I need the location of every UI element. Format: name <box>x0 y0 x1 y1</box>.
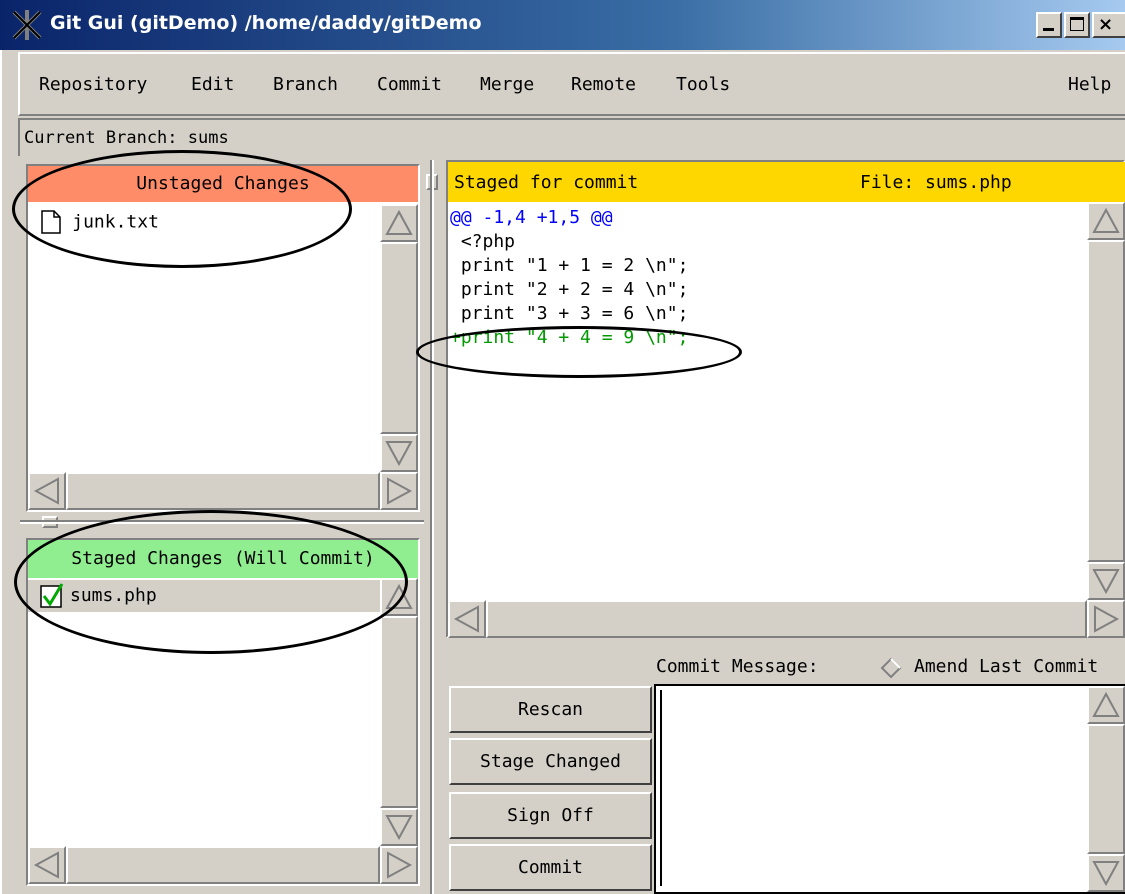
scroll-thumb[interactable] <box>1087 724 1125 854</box>
diff-hscrollbar[interactable] <box>448 600 1125 638</box>
scroll-down-button[interactable] <box>1087 854 1125 892</box>
up-arrow-icon <box>385 209 413 235</box>
scroll-left-button[interactable] <box>28 472 66 510</box>
menu-branch[interactable]: Branch <box>273 74 338 95</box>
menu-edit[interactable]: Edit <box>191 74 234 95</box>
unstaged-file-row[interactable]: junk.txt <box>40 210 159 240</box>
staged-hscrollbar[interactable] <box>28 846 418 884</box>
window-title: Git Gui (gitDemo) /home/daddy/gitDemo <box>50 12 482 34</box>
menu-remote[interactable]: Remote <box>571 74 636 95</box>
minimize-icon <box>1043 28 1054 31</box>
rescan-button[interactable]: Rescan <box>449 686 652 733</box>
up-arrow-icon <box>1092 691 1120 717</box>
diff-file-label: File: sums.php <box>860 172 1012 193</box>
diff-context-line: print "1 + 1 = 2 \n"; <box>450 255 689 276</box>
scroll-down-button[interactable] <box>1087 562 1125 600</box>
current-branch-label: Current Branch: sums <box>24 128 229 148</box>
unstaged-panel: Unstaged Changes junk.txt <box>26 164 420 512</box>
title-bar: Git Gui (gitDemo) /home/daddy/gitDemo × <box>0 0 1125 50</box>
pane-divider <box>430 160 434 894</box>
unstaged-file-name: junk.txt <box>72 211 159 233</box>
diff-context-line: print "3 + 3 = 6 \n"; <box>450 303 689 324</box>
menu-help[interactable]: Help <box>1068 74 1111 95</box>
staged-header: Staged Changes (Will Commit) <box>28 540 418 578</box>
amend-radio-icon[interactable] <box>880 657 902 679</box>
diff-context-line: <?php <box>450 231 516 252</box>
commit-message-box <box>654 684 1125 894</box>
scroll-thumb[interactable] <box>66 846 380 884</box>
up-arrow-icon <box>1092 207 1120 233</box>
left-arrow-icon <box>453 605 479 633</box>
scroll-thumb[interactable] <box>1087 240 1125 562</box>
right-arrow-icon <box>387 477 413 505</box>
unstaged-header: Unstaged Changes <box>28 166 418 202</box>
down-arrow-icon <box>1092 861 1120 887</box>
current-branch-bar: Current Branch: sums <box>18 118 1125 156</box>
right-arrow-icon <box>1094 605 1120 633</box>
scroll-down-button[interactable] <box>380 434 418 472</box>
maximize-button[interactable] <box>1064 12 1090 38</box>
down-arrow-icon <box>1092 569 1120 595</box>
diff-vscrollbar[interactable] <box>1087 202 1125 600</box>
scroll-up-button[interactable] <box>1087 202 1125 240</box>
sign-off-button[interactable]: Sign Off <box>449 792 652 839</box>
scroll-down-button[interactable] <box>380 808 418 846</box>
window-border <box>0 50 18 894</box>
minimize-button[interactable] <box>1036 12 1062 38</box>
left-arrow-icon <box>33 851 59 879</box>
commit-button[interactable]: Commit <box>449 844 652 891</box>
right-arrow-icon <box>387 851 413 879</box>
close-icon: × <box>1098 14 1114 35</box>
staged-file-row[interactable]: sums.php <box>28 580 380 612</box>
commit-message-label: Commit Message: <box>656 656 819 677</box>
diff-context-line: print "2 + 2 = 4 \n"; <box>450 279 689 300</box>
diff-hunk-header: @@ -1,4 +1,5 @@ <box>450 207 613 228</box>
checkmark-icon <box>40 583 64 608</box>
commit-message-header: Commit Message: Amend Last Commit <box>656 656 1125 680</box>
document-icon <box>41 210 61 234</box>
scroll-thumb[interactable] <box>486 600 1087 638</box>
scroll-thumb[interactable] <box>380 242 418 434</box>
menu-merge[interactable]: Merge <box>480 74 534 95</box>
scroll-thumb[interactable] <box>66 472 380 510</box>
commit-message-input[interactable] <box>660 690 1082 886</box>
diff-status-label: Staged for commit <box>454 172 639 193</box>
staged-panel: Staged Changes (Will Commit) sums.php <box>26 538 420 886</box>
pane-divider <box>20 520 424 524</box>
amend-last-commit-label[interactable]: Amend Last Commit <box>914 656 1098 677</box>
menu-tools[interactable]: Tools <box>676 74 730 95</box>
down-arrow-icon <box>385 441 413 467</box>
menu-repository[interactable]: Repository <box>39 74 147 95</box>
scroll-right-button[interactable] <box>1087 600 1125 638</box>
unstaged-vscrollbar[interactable] <box>380 204 418 472</box>
scroll-left-button[interactable] <box>28 846 66 884</box>
menu-bar: Repository Edit Branch Commit Merge Remo… <box>18 52 1125 116</box>
staged-file-name: sums.php <box>70 585 157 606</box>
unstaged-hscrollbar[interactable] <box>28 472 418 510</box>
maximize-icon <box>1070 17 1084 31</box>
git-gui-app-icon <box>12 10 42 40</box>
left-arrow-icon <box>33 477 59 505</box>
diff-header: Staged for commit File: sums.php <box>448 162 1125 202</box>
scroll-right-button[interactable] <box>380 472 418 510</box>
up-arrow-icon <box>385 583 413 609</box>
staged-vscrollbar[interactable] <box>380 578 418 846</box>
down-arrow-icon <box>385 815 413 841</box>
diff-added-line: +print "4 + 4 = 9 \n"; <box>450 327 689 348</box>
scroll-up-button[interactable] <box>380 578 418 616</box>
scroll-right-button[interactable] <box>380 846 418 884</box>
menu-commit[interactable]: Commit <box>377 74 442 95</box>
scroll-up-button[interactable] <box>380 204 418 242</box>
scroll-up-button[interactable] <box>1087 686 1125 724</box>
diff-panel <box>446 160 1125 638</box>
stage-changed-button[interactable]: Stage Changed <box>449 738 652 785</box>
scroll-thumb[interactable] <box>380 616 418 808</box>
commit-vscrollbar[interactable] <box>1087 686 1125 892</box>
close-button[interactable]: × <box>1092 12 1125 38</box>
scroll-left-button[interactable] <box>448 600 486 638</box>
